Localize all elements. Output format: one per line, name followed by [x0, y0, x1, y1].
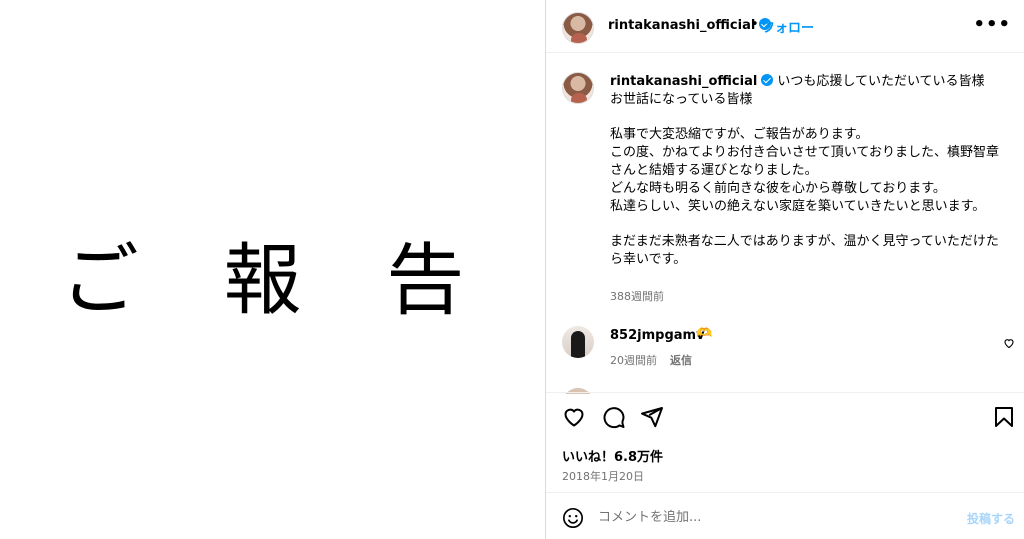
post-image-text: ご 報 告	[60, 235, 495, 326]
post-actions: いいね！6.8万件 2018年1月20日	[546, 392, 1024, 492]
caption-time: 388週間前	[610, 290, 664, 303]
caption-text: rintakanashi_official いつも応援していただいている皆様 お世…	[610, 73, 1000, 269]
post-date: 2018年1月20日	[562, 470, 644, 483]
caption-verified-badge-icon	[761, 74, 774, 86]
post-media: ご 報 告	[0, 0, 545, 539]
comment-composer: 投稿する	[546, 492, 1024, 539]
commenter-avatar[interactable]	[562, 326, 594, 358]
comment-time: 20週間前	[610, 354, 657, 367]
author-avatar[interactable]	[562, 12, 594, 44]
commenter-username[interactable]: 852jmpgamv	[610, 328, 705, 343]
post-comment-button[interactable]: 投稿する	[967, 510, 1015, 527]
comment-input[interactable]	[598, 505, 928, 529]
caption-username[interactable]: rintakanashi_official	[610, 74, 757, 89]
reply-button[interactable]: 返信	[670, 352, 692, 368]
save-bookmark-icon[interactable]	[992, 405, 1016, 433]
follow-button[interactable]: フォロー	[762, 17, 814, 36]
comments-scroll-area[interactable]: rintakanashi_official いつも応援していただいている皆様 お世…	[546, 54, 1024, 394]
like-count[interactable]: いいね！6.8万件	[562, 446, 663, 465]
share-send-icon[interactable]	[640, 405, 664, 433]
like-heart-icon[interactable]	[562, 405, 586, 433]
comment-heart-hands-emoji: 🫶	[696, 326, 713, 341]
caption-body: いつも応援していただいている皆様 お世話になっている皆様 私事で大変恐縮ですが、…	[610, 74, 999, 267]
caption-author-avatar[interactable]	[562, 72, 594, 104]
comment-like-heart-icon[interactable]	[1003, 334, 1015, 353]
post-side-panel: rintakanashi_official • フォロー ••• rintaka…	[545, 0, 1024, 539]
emoji-picker-icon[interactable]	[562, 507, 584, 533]
author-username[interactable]: rintakanashi_official	[608, 18, 772, 33]
comment-item: 852jmpgamv 🫶 20週間前 返信	[546, 322, 1024, 392]
more-options-icon[interactable]: •••	[973, 14, 1011, 35]
comment-bubble-icon[interactable]	[602, 405, 626, 433]
post-header: rintakanashi_official • フォロー •••	[546, 0, 1024, 53]
separator-dot: •	[751, 17, 759, 32]
author-username-text[interactable]: rintakanashi_official	[608, 18, 755, 33]
